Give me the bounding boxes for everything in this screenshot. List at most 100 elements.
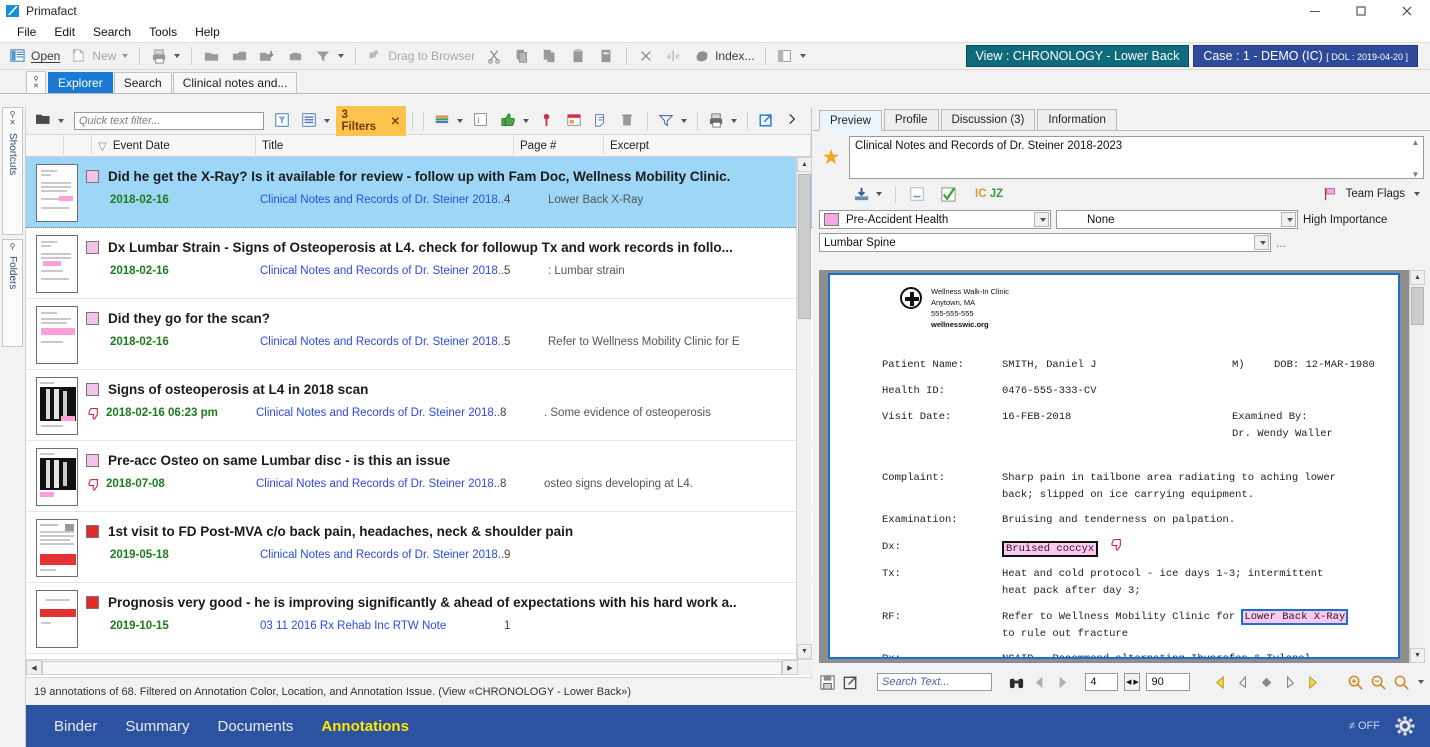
document-search-input[interactable]: Search Text... bbox=[877, 673, 992, 691]
team-flags-control[interactable]: Team Flags bbox=[1322, 186, 1424, 203]
list-view-dropdown-icon[interactable] bbox=[324, 119, 330, 123]
bottom-nav-binder[interactable]: Binder bbox=[40, 718, 111, 735]
table-row[interactable]: 1st visit to FD Post-MVA c/o back pain, … bbox=[26, 512, 812, 583]
column-header-title[interactable]: Title bbox=[256, 135, 514, 157]
bottom-nav-documents[interactable]: Documents bbox=[204, 718, 308, 735]
location-more-button[interactable]: ... bbox=[1276, 236, 1286, 250]
menu-help[interactable]: Help bbox=[186, 23, 229, 41]
clear-filters-icon[interactable]: ✕ bbox=[391, 114, 401, 128]
paste-button[interactable] bbox=[566, 45, 591, 67]
column-header-event-date[interactable]: ▽ Event Date bbox=[92, 135, 256, 157]
page-next-icon[interactable]: ▶ bbox=[1133, 678, 1138, 686]
folder-import-button[interactable] bbox=[255, 45, 280, 67]
import-annotation-button[interactable] bbox=[849, 183, 886, 205]
edit-annotation-button[interactable] bbox=[589, 110, 614, 132]
approve-button[interactable] bbox=[496, 110, 533, 132]
layout-dropdown-icon[interactable] bbox=[800, 54, 806, 58]
annotation-list[interactable]: Did he get the X-Ray? Is it available fo… bbox=[26, 157, 812, 675]
document-link[interactable]: Clinical Notes and Records of Dr. Steine… bbox=[256, 407, 500, 419]
menu-file[interactable]: File bbox=[8, 23, 45, 41]
ocr-button[interactable]: ae bbox=[662, 45, 687, 67]
quick-filter-input[interactable]: Quick text filter... bbox=[74, 112, 264, 130]
annotation-color-dropdown-icon[interactable] bbox=[457, 119, 463, 123]
save-page-icon[interactable] bbox=[819, 674, 836, 691]
column-header-excerpt[interactable]: Excerpt bbox=[604, 135, 811, 157]
team-flags-dropdown-icon[interactable] bbox=[1414, 192, 1420, 196]
rf-highlight-annotation[interactable]: Lower Back X-Ray bbox=[1241, 609, 1348, 625]
document-link[interactable]: Clinical Notes and Records of Dr. Steine… bbox=[260, 194, 504, 206]
document-link[interactable]: Clinical Notes and Records of Dr. Steine… bbox=[256, 478, 500, 490]
tab-preview[interactable]: Preview bbox=[819, 110, 882, 131]
explorer-print-dropdown-icon[interactable] bbox=[731, 119, 737, 123]
zoom-dropdown-icon[interactable] bbox=[1418, 680, 1424, 684]
doc-scroll-up-button[interactable]: ▲ bbox=[1410, 270, 1425, 285]
calendar-button[interactable] bbox=[562, 110, 587, 132]
tab-search[interactable]: Search bbox=[114, 72, 172, 93]
import-dropdown-icon[interactable] bbox=[876, 192, 882, 196]
document-link[interactable]: Clinical Notes and Records of Dr. Steine… bbox=[260, 549, 504, 561]
folder-button[interactable] bbox=[199, 45, 224, 67]
chevron-down-icon[interactable] bbox=[1281, 212, 1296, 227]
column-header-flag[interactable] bbox=[64, 135, 92, 157]
location-select[interactable]: Lumbar Spine bbox=[819, 233, 1271, 252]
tab-explorer[interactable]: Explorer bbox=[48, 72, 113, 93]
chevron-down-icon[interactable]: ▼ bbox=[1412, 170, 1420, 179]
chevron-down-icon[interactable] bbox=[1034, 212, 1049, 227]
archive-button[interactable] bbox=[283, 45, 308, 67]
pin-location-button[interactable] bbox=[535, 110, 560, 132]
minimize-button[interactable] bbox=[1292, 0, 1338, 22]
tab-profile[interactable]: Profile bbox=[884, 109, 939, 130]
layout-button[interactable] bbox=[773, 45, 810, 67]
table-row[interactable]: Did they go for the scan? 2018-02-16 Cli… bbox=[26, 299, 812, 370]
list-horizontal-scrollbar[interactable]: ◀ ▶ bbox=[26, 659, 812, 675]
list-vertical-scrollbar[interactable]: ▲ ▼ bbox=[796, 157, 811, 659]
open-button[interactable]: Open bbox=[6, 45, 64, 67]
menu-edit[interactable]: Edit bbox=[45, 23, 84, 41]
open-external-icon[interactable] bbox=[842, 674, 859, 691]
annotation-color-button[interactable] bbox=[430, 110, 467, 132]
table-row[interactable]: Dx Lumbar Strain - Signs of Osteoperosis… bbox=[26, 228, 812, 299]
issue-flag-icon[interactable] bbox=[88, 407, 103, 420]
page-stepper[interactable]: ◀▶ bbox=[1124, 673, 1140, 691]
view-badge[interactable]: View : CHRONOLOGY - Lower Back bbox=[966, 45, 1190, 67]
filter-save-button[interactable] bbox=[270, 110, 295, 132]
previous-annotation-icon[interactable] bbox=[1235, 674, 1252, 691]
doc-scroll-thumb[interactable] bbox=[1411, 287, 1424, 325]
chevron-up-icon[interactable]: ▲ bbox=[1412, 138, 1420, 147]
annotation-color-chip[interactable] bbox=[86, 596, 99, 609]
rail-tab-shortcuts[interactable]: ⚲ ✕ Shortcuts bbox=[2, 107, 23, 235]
explorer-print-button[interactable] bbox=[704, 110, 741, 132]
zoom-level-icon[interactable] bbox=[1393, 674, 1410, 691]
next-annotation-icon[interactable] bbox=[1281, 674, 1298, 691]
minimize-annotation-button[interactable] bbox=[905, 183, 930, 205]
document-link[interactable]: 03 11 2016 Rx Rehab Inc RTW Note bbox=[260, 620, 504, 632]
current-annotation-icon[interactable] bbox=[1258, 674, 1275, 691]
copy-doc-button[interactable] bbox=[538, 45, 563, 67]
favorite-star-icon[interactable]: ★ bbox=[819, 136, 843, 168]
tab-clinical-notes[interactable]: Clinical notes and... bbox=[173, 72, 298, 93]
scroll-thumb-horizontal[interactable] bbox=[42, 661, 782, 675]
scroll-up-button[interactable]: ▲ bbox=[797, 157, 812, 172]
column-header-page[interactable]: Page # bbox=[514, 135, 604, 157]
table-row[interactable]: Did he get the X-Ray? Is it available fo… bbox=[26, 157, 812, 228]
annotation-color-chip[interactable] bbox=[86, 525, 99, 538]
doc-scroll-down-button[interactable]: ▼ bbox=[1410, 648, 1425, 663]
advanced-filter-button[interactable] bbox=[654, 110, 691, 132]
scroll-down-button[interactable]: ▼ bbox=[797, 644, 812, 659]
previous-match-icon[interactable] bbox=[1031, 674, 1048, 691]
print-button[interactable] bbox=[147, 45, 184, 67]
duplicate-button[interactable] bbox=[594, 45, 619, 67]
delete-annotation-button[interactable] bbox=[616, 110, 641, 132]
verified-button[interactable] bbox=[936, 183, 961, 205]
annotation-color-chip[interactable] bbox=[86, 454, 99, 467]
document-vertical-scrollbar[interactable]: ▲ ▼ bbox=[1409, 270, 1424, 663]
description-scroll-arrows[interactable]: ▲ ▼ bbox=[1409, 138, 1422, 179]
active-filters-badge[interactable]: 3 Filters ✕ bbox=[336, 106, 407, 136]
first-annotation-icon[interactable] bbox=[1212, 674, 1229, 691]
gear-icon[interactable] bbox=[1394, 715, 1416, 737]
case-badge[interactable]: Case : 1 - DEMO (IC) [ DOL : 2019-04-20 … bbox=[1193, 45, 1418, 67]
export-button[interactable] bbox=[754, 110, 779, 132]
close-button[interactable] bbox=[1384, 0, 1430, 22]
annotation-color-chip[interactable] bbox=[86, 383, 99, 396]
document-link[interactable]: Clinical Notes and Records of Dr. Steine… bbox=[260, 336, 504, 348]
